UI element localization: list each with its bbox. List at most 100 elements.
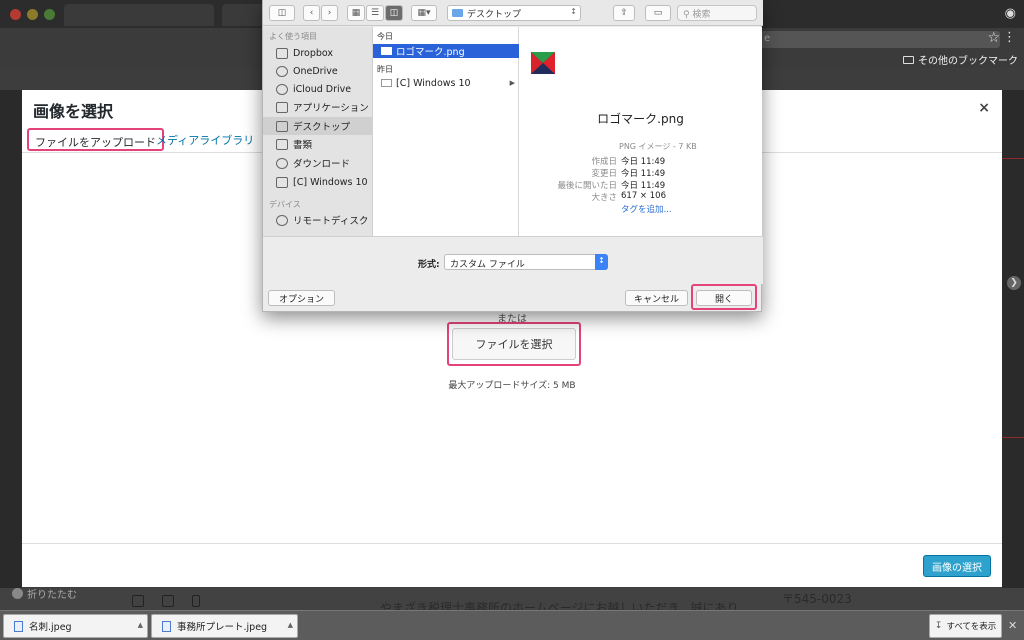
preview-file-type: PNG イメージ - 7 KB <box>619 142 697 151</box>
chevron-up-down-icon: ↕ <box>570 7 577 16</box>
divider <box>1002 437 1024 438</box>
applications-icon <box>276 101 288 113</box>
postal-code: 〒545-0023 <box>782 592 852 606</box>
open-button[interactable]: 開く <box>696 290 752 306</box>
sidebar-item-windows[interactable]: [C] Windows 10 <box>263 173 373 191</box>
meta-value: 617 × 106 <box>621 191 666 201</box>
sidebar-item-applications[interactable]: アプリケーション <box>263 98 373 116</box>
sidebar-item-dropbox[interactable]: Dropbox <box>263 44 373 62</box>
modal-footer: 画像の選択 <box>22 543 1002 587</box>
file-icon <box>14 620 23 632</box>
logo-thumbnail <box>531 52 555 74</box>
bookmark-star-icon[interactable]: ☆ <box>987 30 1000 46</box>
search-field[interactable]: ⚲ 検索 <box>677 5 757 21</box>
format-label: 形式: <box>418 260 440 270</box>
folder-icon <box>903 55 914 64</box>
forward-icon[interactable]: › <box>321 5 338 21</box>
file-preview: ロゴマーク.png PNG イメージ - 7 KB 作成日 今日 11:49 変更… <box>519 27 762 236</box>
sidebar-item-icloud[interactable]: iCloud Drive <box>263 80 373 98</box>
download-icon: ↧ <box>934 621 943 631</box>
dialog-toolbar: ◫ ‹ › ▦ ☰ ◫ ▦▾ デスクトップ ↕ ⇧ ▭ ⚲ 検索 <box>263 0 763 26</box>
close-icon[interactable]: ✕ <box>1008 619 1017 632</box>
file-item-logo[interactable]: ロゴマーク.png <box>373 44 519 58</box>
format-value: カスタム ファイル <box>450 260 525 270</box>
yesterday-heading: 昨日 <box>377 65 393 74</box>
file-icon <box>162 620 171 632</box>
show-all-downloads-button[interactable]: ↧ すべてを表示 <box>929 614 1002 638</box>
dropbox-icon <box>276 47 288 59</box>
desktop-icon <box>276 120 288 132</box>
document-icon <box>276 138 288 150</box>
minimize-window-icon[interactable] <box>27 9 38 20</box>
highlight-frame: ファイルを選択 <box>447 322 581 366</box>
folder-icon <box>452 9 463 17</box>
other-bookmarks-label: その他のブックマーク <box>918 56 1018 67</box>
other-bookmarks-folder[interactable]: その他のブックマーク <box>903 52 1018 67</box>
zoom-window-icon[interactable] <box>44 9 55 20</box>
meta-key: 大きさ <box>591 193 617 203</box>
sidebar-item-onedrive[interactable]: OneDrive <box>263 62 373 80</box>
tablet-icon[interactable] <box>162 595 174 607</box>
collapse-menu-link[interactable]: 折りたたむ <box>12 586 77 601</box>
disc-icon <box>276 214 288 226</box>
sidebar-item-label: ダウンロード <box>293 159 351 170</box>
format-select[interactable]: カスタム ファイル ↕ <box>444 254 608 270</box>
meta-key: 変更日 <box>591 169 617 179</box>
browser-menu-icon[interactable]: ⋮ <box>1003 30 1016 45</box>
chevron-up-icon[interactable]: ▲ <box>138 621 143 629</box>
select-image-button[interactable]: 画像の選択 <box>923 555 991 577</box>
desktop-icon[interactable] <box>132 595 144 607</box>
divider <box>1002 158 1024 159</box>
add-tags-link[interactable]: タグを追加... <box>621 203 672 215</box>
dialog-sidebar: よく使う項目 Dropbox OneDrive iCloud Drive アプリ… <box>263 27 373 236</box>
browser-tab[interactable] <box>64 4 214 26</box>
favorites-heading: よく使う項目 <box>269 32 317 41</box>
gallery-view-icon[interactable]: ▦▾ <box>411 5 437 21</box>
mobile-icon[interactable] <box>192 595 200 607</box>
meta-value: 今日 11:49 <box>621 169 666 179</box>
sidebar-item-label: アプリケーション <box>293 103 369 114</box>
modal-title: 画像を選択 <box>33 102 114 121</box>
tab-media-library[interactable]: メディアライブラリ <box>156 132 254 148</box>
devices-heading: デバイス <box>269 200 301 209</box>
preview-file-name: ロゴマーク.png <box>597 112 684 126</box>
column-view-icon[interactable]: ◫ <box>385 5 403 21</box>
address-bar[interactable]: e <box>760 31 1000 48</box>
file-item-label: ロゴマーク.png <box>396 47 465 58</box>
cancel-button[interactable]: キャンセル <box>625 290 689 306</box>
list-view-icon[interactable]: ☰ <box>366 5 384 21</box>
download-file-name: 名刺.jpeg <box>29 622 72 633</box>
sidebar-item-remote-disc[interactable]: リモートディスク <box>263 211 373 229</box>
sidebar-item-label: iCloud Drive <box>293 83 352 95</box>
dialog-footer: オプション キャンセル 開く <box>263 284 763 312</box>
share-icon[interactable]: ⇧ <box>613 5 635 21</box>
today-heading: 今日 <box>377 32 393 41</box>
sidebar-item-label: リモートディスク <box>293 216 369 227</box>
sidebar-item-documents[interactable]: 書類 <box>263 135 373 153</box>
meta-value: 今日 11:49 <box>621 157 666 167</box>
select-file-button[interactable]: ファイルを選択 <box>452 328 576 360</box>
download-item[interactable]: 事務所プレート.jpeg ▲ <box>151 614 298 638</box>
meta-key: 最後に開いた日 <box>557 181 617 191</box>
close-icon[interactable]: × <box>978 100 990 116</box>
download-bar: 名刺.jpeg ▲ 事務所プレート.jpeg ▲ ↧ すべてを表示 ✕ <box>0 610 1024 640</box>
chevron-right-icon[interactable]: ❯ <box>1007 276 1021 290</box>
incognito-icon: ◉ <box>1004 6 1016 21</box>
close-window-icon[interactable] <box>10 9 21 20</box>
sidebar-toggle-icon[interactable]: ◫ <box>269 5 295 21</box>
meta-key: 作成日 <box>591 157 617 167</box>
file-column: 今日 ロゴマーク.png 昨日 [C] Windows 10 ▶ <box>373 27 519 236</box>
tab-upload-files[interactable]: ファイルをアップロード <box>27 128 164 151</box>
back-icon[interactable]: ‹ <box>303 5 320 21</box>
folder-item-windows[interactable]: [C] Windows 10 ▶ <box>373 76 519 90</box>
location-popup[interactable]: デスクトップ ↕ <box>447 5 581 21</box>
sidebar-item-desktop[interactable]: デスクトップ <box>263 117 373 135</box>
tag-icon[interactable]: ▭ <box>645 5 671 21</box>
download-file-name: 事務所プレート.jpeg <box>177 622 268 633</box>
download-item[interactable]: 名刺.jpeg ▲ <box>3 614 148 638</box>
options-button[interactable]: オプション <box>268 290 336 306</box>
chevron-up-icon[interactable]: ▲ <box>288 621 293 629</box>
sidebar-item-downloads[interactable]: ダウンロード <box>263 154 373 172</box>
chevron-up-down-icon: ↕ <box>595 254 608 270</box>
icon-view-icon[interactable]: ▦ <box>347 5 365 21</box>
